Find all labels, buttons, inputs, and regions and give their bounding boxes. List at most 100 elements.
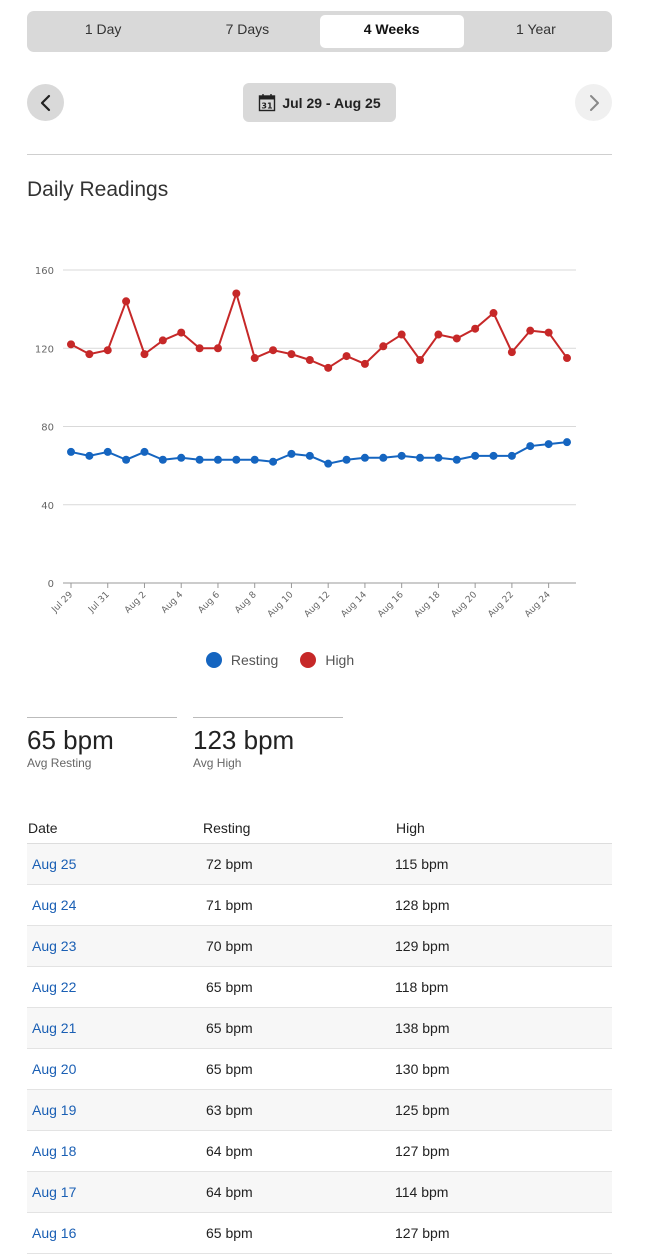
data-point-high xyxy=(324,363,333,372)
data-point-high xyxy=(177,328,186,337)
data-point-resting xyxy=(287,449,296,458)
row-date-link[interactable]: Aug 21 xyxy=(27,1020,202,1036)
row-resting-value: 65 bpm xyxy=(206,1020,253,1036)
data-point-high xyxy=(544,328,553,337)
data-point-high xyxy=(452,334,461,343)
data-point-high xyxy=(269,346,278,355)
row-high-value: 127 bpm xyxy=(395,1143,450,1159)
header-date: Date xyxy=(28,820,58,836)
table-row: Aug 18 64 bpm 127 bpm xyxy=(27,1131,612,1172)
row-resting-value: 63 bpm xyxy=(206,1102,253,1118)
avg-resting-value: 65 bpm xyxy=(27,725,114,755)
data-point-resting xyxy=(379,453,388,462)
row-resting-value: 65 bpm xyxy=(206,1225,253,1241)
y-tick-label: 0 xyxy=(48,579,54,590)
row-resting-value: 64 bpm xyxy=(206,1184,253,1200)
row-date-link[interactable]: Aug 18 xyxy=(27,1143,202,1159)
data-point-high xyxy=(213,344,222,353)
row-date-link[interactable]: Aug 20 xyxy=(27,1061,202,1077)
data-point-high xyxy=(305,355,314,364)
row-high-value: 115 bpm xyxy=(395,856,449,872)
legend-item-resting[interactable]: Resting xyxy=(205,652,278,668)
x-tick-label: Jul 31 xyxy=(86,590,112,616)
tab-7-days[interactable]: 7 Days xyxy=(175,15,319,48)
data-point-high xyxy=(342,352,351,361)
data-point-high xyxy=(85,350,94,359)
x-tick-label: Aug 18 xyxy=(413,590,443,620)
data-point-resting xyxy=(195,455,204,464)
data-point-high xyxy=(122,297,131,306)
divider xyxy=(27,154,612,155)
table-row: Aug 22 65 bpm 118 bpm xyxy=(27,967,612,1008)
data-point-high xyxy=(379,342,388,351)
data-point-high xyxy=(471,324,480,333)
calendar-day-label: 31 xyxy=(262,102,274,111)
table-row: Aug 19 63 bpm 125 bpm xyxy=(27,1090,612,1131)
x-tick-label: Aug 4 xyxy=(160,590,186,616)
y-tick-label: 120 xyxy=(35,344,54,355)
data-point-resting xyxy=(122,455,131,464)
y-tick-label: 160 xyxy=(35,266,54,277)
row-high-value: 130 bpm xyxy=(395,1061,450,1077)
row-high-value: 125 bpm xyxy=(395,1102,450,1118)
next-period-button[interactable] xyxy=(575,84,612,121)
avg-resting-stat: 65 bpm Avg Resting xyxy=(27,717,177,770)
avg-high-label: Avg High xyxy=(193,756,242,770)
x-tick-label: Jul 29 xyxy=(50,590,76,616)
data-point-high xyxy=(434,330,443,339)
data-point-resting xyxy=(489,451,498,460)
row-date-link[interactable]: Aug 17 xyxy=(27,1184,202,1200)
row-high-value: 128 bpm xyxy=(395,897,450,913)
data-point-resting xyxy=(324,459,333,468)
data-point-high xyxy=(232,289,241,298)
row-date-link[interactable]: Aug 16 xyxy=(27,1225,202,1241)
data-point-high xyxy=(489,309,498,318)
data-point-resting xyxy=(434,453,443,462)
date-range-button[interactable]: 31 Jul 29 - Aug 25 xyxy=(243,83,396,122)
data-point-resting xyxy=(140,447,149,456)
legend-high-label: High xyxy=(325,652,355,668)
data-point-resting xyxy=(213,455,222,464)
table-row: Aug 25 72 bpm 115 bpm xyxy=(27,844,612,885)
avg-resting-label: Avg Resting xyxy=(27,756,92,770)
avg-high-stat: 123 bpm Avg High xyxy=(193,717,343,770)
header-resting: Resting xyxy=(203,820,251,836)
row-date-link[interactable]: Aug 24 xyxy=(27,897,202,913)
x-tick-label: Aug 10 xyxy=(266,590,296,620)
row-resting-value: 70 bpm xyxy=(206,938,253,954)
row-date-link[interactable]: Aug 22 xyxy=(27,979,202,995)
table-header: Date Resting High xyxy=(27,816,612,844)
data-point-high xyxy=(397,330,406,339)
tab-1-day[interactable]: 1 Day xyxy=(31,15,175,48)
data-point-high xyxy=(158,336,167,345)
row-high-value: 118 bpm xyxy=(395,979,449,995)
row-resting-value: 65 bpm xyxy=(206,979,253,995)
readings-line-chart: 0 40 80 120 160 Jul 29 Jul 31 Aug 2 Aug 4 Aug 6 Au… xyxy=(35,266,576,620)
data-point-high xyxy=(507,348,516,357)
previous-period-button[interactable] xyxy=(27,84,64,121)
row-date-link[interactable]: Aug 25 xyxy=(27,856,202,872)
table-row: Aug 20 65 bpm 130 bpm xyxy=(27,1049,612,1090)
data-point-resting xyxy=(397,451,406,460)
legend-item-high[interactable]: High xyxy=(300,652,354,668)
data-point-resting xyxy=(507,451,516,460)
avg-high-value: 123 bpm xyxy=(193,725,295,755)
row-date-link[interactable]: Aug 19 xyxy=(27,1102,202,1118)
table-row: Aug 16 65 bpm 127 bpm xyxy=(27,1213,612,1254)
section-title: Daily Readings xyxy=(27,178,169,201)
row-resting-value: 72 bpm xyxy=(206,856,253,872)
table-body: Aug 25 72 bpm 115 bpm Aug 24 71 bpm 128 bpm Au… xyxy=(27,844,612,1254)
data-point-resting xyxy=(342,455,351,464)
row-high-value: 138 bpm xyxy=(395,1020,450,1036)
x-tick-label: Aug 24 xyxy=(523,590,553,620)
data-point-resting xyxy=(526,442,535,451)
row-date-link[interactable]: Aug 23 xyxy=(27,938,202,954)
tab-4-weeks[interactable]: 4 Weeks xyxy=(319,15,464,48)
data-point-high xyxy=(250,354,259,363)
chart-legend: Resting High xyxy=(0,652,560,668)
tab-1-year[interactable]: 1 Year xyxy=(464,15,608,48)
data-point-resting xyxy=(563,438,571,447)
legend-high-dot xyxy=(300,652,317,668)
data-point-resting xyxy=(360,453,369,462)
data-point-resting xyxy=(452,455,461,464)
